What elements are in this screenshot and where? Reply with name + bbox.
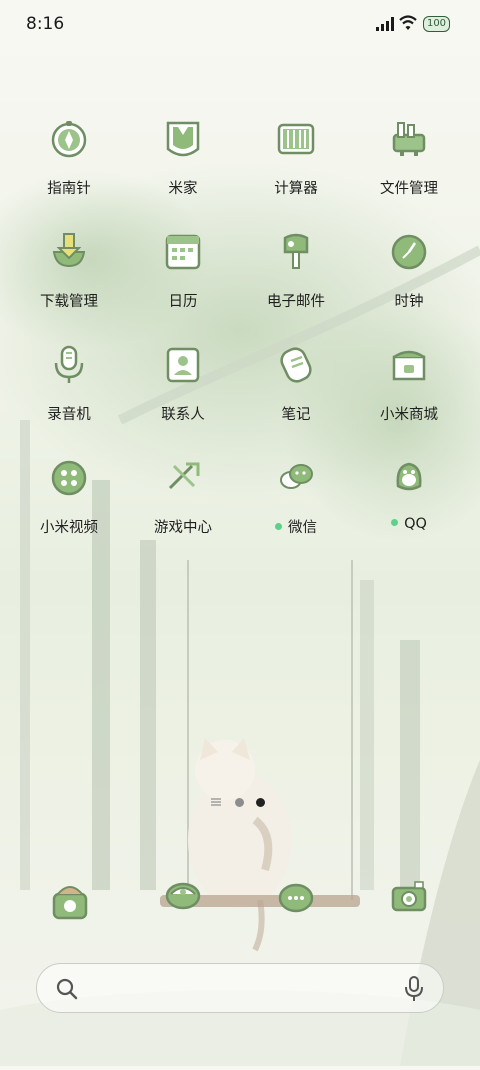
new-badge bbox=[391, 519, 399, 526]
phone-icon bbox=[52, 886, 88, 920]
app-label-text: 微信 bbox=[288, 520, 317, 536]
qq-icon bbox=[396, 462, 422, 491]
contacts-icon bbox=[166, 347, 200, 383]
cellular-signal-icon bbox=[376, 17, 394, 31]
compass-icon bbox=[51, 121, 87, 158]
app-label: 小米商城 bbox=[380, 407, 438, 423]
app-notes[interactable]: 笔记 bbox=[246, 339, 346, 424]
app-email[interactable]: 电子邮件 bbox=[246, 226, 346, 311]
app-compass[interactable]: 指南针 bbox=[19, 113, 119, 198]
wechat-icon bbox=[280, 464, 313, 489]
app-mi-video[interactable]: 小米视频 bbox=[19, 452, 119, 537]
app-label: 笔记 bbox=[281, 407, 311, 423]
video-icon bbox=[51, 460, 87, 496]
mailbox-icon bbox=[283, 233, 309, 269]
app-clock[interactable]: 时钟 bbox=[359, 226, 459, 311]
app-recorder[interactable]: 录音机 bbox=[19, 339, 119, 424]
calendar-icon bbox=[165, 234, 201, 270]
list-icon[interactable] bbox=[211, 797, 221, 807]
mi-store-icon bbox=[392, 350, 426, 381]
app-label: 微信 bbox=[246, 516, 346, 537]
app-wechat[interactable]: 微信 bbox=[246, 452, 346, 537]
app-label: 指南针 bbox=[47, 181, 91, 197]
app-label: 联系人 bbox=[161, 407, 205, 423]
app-label: 小米视频 bbox=[40, 520, 98, 536]
search-icon[interactable] bbox=[55, 977, 79, 1001]
notes-icon bbox=[280, 347, 312, 383]
battery-indicator: 100 bbox=[423, 16, 450, 32]
app-label: 米家 bbox=[168, 181, 198, 197]
calculator-icon bbox=[277, 123, 315, 155]
app-label: QQ bbox=[359, 516, 459, 532]
app-label-text: QQ bbox=[404, 516, 427, 532]
microphone-icon[interactable] bbox=[403, 976, 425, 1002]
app-qq[interactable]: QQ bbox=[359, 452, 459, 532]
dock-browser[interactable] bbox=[153, 864, 213, 924]
dock-camera[interactable] bbox=[379, 868, 439, 928]
app-mijia[interactable]: 米家 bbox=[133, 113, 233, 198]
page-dot-current[interactable] bbox=[256, 798, 265, 807]
app-label: 下载管理 bbox=[40, 294, 98, 310]
app-label: 计算器 bbox=[274, 181, 318, 197]
messages-icon bbox=[278, 883, 314, 913]
app-label: 游戏中心 bbox=[154, 520, 212, 536]
app-calendar[interactable]: 日历 bbox=[133, 226, 233, 311]
microphone-icon bbox=[54, 345, 84, 383]
app-label: 日历 bbox=[168, 294, 198, 310]
dock-phone[interactable] bbox=[40, 872, 100, 932]
page-indicator[interactable] bbox=[211, 796, 271, 810]
app-label: 时钟 bbox=[394, 294, 424, 310]
app-download-manager[interactable]: 下载管理 bbox=[19, 226, 119, 311]
mijia-icon bbox=[166, 121, 200, 157]
app-label: 电子邮件 bbox=[267, 294, 325, 310]
file-manager-icon bbox=[392, 122, 426, 156]
wifi-icon bbox=[399, 15, 417, 30]
clock-icon bbox=[391, 234, 427, 270]
app-label: 录音机 bbox=[47, 407, 91, 423]
app-file-manager[interactable]: 文件管理 bbox=[359, 113, 459, 198]
app-label: 文件管理 bbox=[380, 181, 438, 197]
status-bar: 8:16 100 bbox=[0, 0, 480, 50]
search-bar[interactable] bbox=[36, 963, 444, 1013]
new-badge bbox=[275, 523, 282, 530]
app-contacts[interactable]: 联系人 bbox=[133, 339, 233, 424]
status-time: 8:16 bbox=[26, 14, 65, 34]
app-mi-store[interactable]: 小米商城 bbox=[359, 339, 459, 424]
browser-icon bbox=[165, 882, 201, 910]
camera-icon bbox=[391, 881, 427, 912]
app-game-center[interactable]: 游戏中心 bbox=[133, 452, 233, 537]
page-dot[interactable] bbox=[235, 798, 244, 807]
app-calculator[interactable]: 计算器 bbox=[246, 113, 346, 198]
game-center-icon bbox=[168, 462, 200, 490]
dock-messages[interactable] bbox=[266, 868, 326, 928]
download-icon bbox=[52, 233, 86, 268]
